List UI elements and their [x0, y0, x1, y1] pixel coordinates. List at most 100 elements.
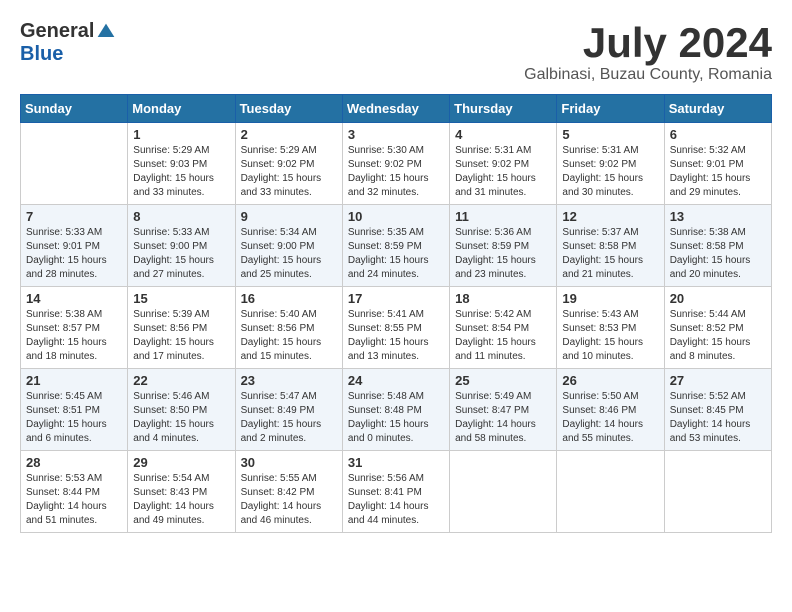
calendar-cell: 3 Sunrise: 5:30 AMSunset: 9:02 PMDaylight… [342, 123, 449, 205]
day-info: Sunrise: 5:30 AMSunset: 9:02 PMDaylight:… [348, 144, 444, 200]
day-info: Sunrise: 5:38 AMSunset: 8:57 PMDaylight:… [26, 308, 122, 364]
logo: General Blue [20, 20, 116, 66]
calendar-week-2: 7 Sunrise: 5:33 AMSunset: 9:01 PMDaylight… [21, 205, 772, 287]
day-info: Sunrise: 5:49 AMSunset: 8:47 PMDaylight:… [455, 390, 551, 446]
calendar-cell: 19Sunrise: 5:43 AMSunset: 8:53 PMDayligh… [557, 287, 664, 369]
day-info: Sunrise: 5:37 AMSunset: 8:58 PMDaylight:… [562, 226, 658, 282]
calendar-cell: 9Sunrise: 5:34 AMSunset: 9:00 PMDaylight… [235, 205, 342, 287]
calendar-cell: 1 Sunrise: 5:29 AMSunset: 9:03 PMDaylight… [128, 123, 235, 205]
day-info: Sunrise: 5:29 AMSunset: 9:02 PMDaylight:… [241, 144, 337, 200]
day-number: 2 [241, 127, 337, 142]
calendar-cell: 16 Sunrise: 5:40 AMSunset: 8:56 PMDayligh… [235, 287, 342, 369]
day-number: 7 [26, 209, 122, 224]
day-info: Sunrise: 5:39 AMSunset: 8:56 PMDaylight:… [133, 308, 229, 364]
logo-general-text: General [20, 20, 94, 43]
day-number: 30 [241, 455, 337, 470]
day-info: Sunrise: 5:33 AMSunset: 9:01 PMDaylight:… [26, 226, 122, 282]
day-info: Sunrise: 5:31 AMSunset: 9:02 PMDaylight:… [562, 144, 658, 200]
day-info: Sunrise: 5:32 AMSunset: 9:01 PMDaylight:… [670, 144, 766, 200]
weekday-header-friday: Friday [557, 95, 664, 123]
day-number: 12 [562, 209, 658, 224]
calendar-cell: 25 Sunrise: 5:49 AMSunset: 8:47 PMDayligh… [450, 369, 557, 451]
weekday-header-monday: Monday [128, 95, 235, 123]
weekday-header-thursday: Thursday [450, 95, 557, 123]
calendar-cell [21, 123, 128, 205]
calendar-cell: 31Sunrise: 5:56 AMSunset: 8:41 PMDayligh… [342, 451, 449, 533]
day-number: 28 [26, 455, 122, 470]
day-number: 16 [241, 291, 337, 306]
day-info: Sunrise: 5:33 AMSunset: 9:00 PMDaylight:… [133, 226, 229, 282]
calendar-cell: 30 Sunrise: 5:55 AMSunset: 8:42 PMDayligh… [235, 451, 342, 533]
day-info: Sunrise: 5:54 AMSunset: 8:43 PMDaylight:… [133, 472, 229, 528]
calendar-cell: 26 Sunrise: 5:50 AMSunset: 8:46 PMDayligh… [557, 369, 664, 451]
calendar-cell: 11 Sunrise: 5:36 AMSunset: 8:59 PMDayligh… [450, 205, 557, 287]
day-info: Sunrise: 5:48 AMSunset: 8:48 PMDaylight:… [348, 390, 444, 446]
day-info: Sunrise: 5:38 AMSunset: 8:58 PMDaylight:… [670, 226, 766, 282]
calendar-cell: 28 Sunrise: 5:53 AMSunset: 8:44 PMDayligh… [21, 451, 128, 533]
day-number: 29 [133, 455, 229, 470]
calendar-cell: 13 Sunrise: 5:38 AMSunset: 8:58 PMDayligh… [664, 205, 771, 287]
page-header: General Blue July 2024 Galbinasi, Buzau … [20, 20, 772, 84]
calendar-cell: 20 Sunrise: 5:44 AMSunset: 8:52 PMDayligh… [664, 287, 771, 369]
day-number: 27 [670, 373, 766, 388]
day-info: Sunrise: 5:52 AMSunset: 8:45 PMDaylight:… [670, 390, 766, 446]
day-info: Sunrise: 5:42 AMSunset: 8:54 PMDaylight:… [455, 308, 551, 364]
day-number: 5 [562, 127, 658, 142]
day-info: Sunrise: 5:55 AMSunset: 8:42 PMDaylight:… [241, 472, 337, 528]
day-info: Sunrise: 5:31 AMSunset: 9:02 PMDaylight:… [455, 144, 551, 200]
day-number: 31 [348, 455, 444, 470]
title-section: July 2024 Galbinasi, Buzau County, Roman… [524, 20, 772, 84]
calendar-cell: 12 Sunrise: 5:37 AMSunset: 8:58 PMDayligh… [557, 205, 664, 287]
day-info: Sunrise: 5:47 AMSunset: 8:49 PMDaylight:… [241, 390, 337, 446]
weekday-header-sunday: Sunday [21, 95, 128, 123]
day-number: 25 [455, 373, 551, 388]
logo-blue-text: Blue [20, 43, 63, 66]
calendar-cell: 15 Sunrise: 5:39 AMSunset: 8:56 PMDayligh… [128, 287, 235, 369]
month-title: July 2024 [524, 20, 772, 66]
day-info: Sunrise: 5:29 AMSunset: 9:03 PMDaylight:… [133, 144, 229, 200]
day-number: 18 [455, 291, 551, 306]
calendar-week-3: 14 Sunrise: 5:38 AMSunset: 8:57 PMDayligh… [21, 287, 772, 369]
day-info: Sunrise: 5:41 AMSunset: 8:55 PMDaylight:… [348, 308, 444, 364]
calendar-week-4: 21 Sunrise: 5:45 AMSunset: 8:51 PMDayligh… [21, 369, 772, 451]
calendar-cell: 8 Sunrise: 5:33 AMSunset: 9:00 PMDaylight… [128, 205, 235, 287]
day-number: 8 [133, 209, 229, 224]
day-info: Sunrise: 5:46 AMSunset: 8:50 PMDaylight:… [133, 390, 229, 446]
calendar-week-5: 28 Sunrise: 5:53 AMSunset: 8:44 PMDayligh… [21, 451, 772, 533]
calendar-cell: 5 Sunrise: 5:31 AMSunset: 9:02 PMDaylight… [557, 123, 664, 205]
day-number: 26 [562, 373, 658, 388]
calendar-cell: 23 Sunrise: 5:47 AMSunset: 8:49 PMDayligh… [235, 369, 342, 451]
location-title: Galbinasi, Buzau County, Romania [524, 66, 772, 84]
day-number: 15 [133, 291, 229, 306]
calendar-cell [664, 451, 771, 533]
day-number: 20 [670, 291, 766, 306]
logo-icon [96, 22, 116, 42]
day-number: 11 [455, 209, 551, 224]
day-info: Sunrise: 5:50 AMSunset: 8:46 PMDaylight:… [562, 390, 658, 446]
day-info: Sunrise: 5:44 AMSunset: 8:52 PMDaylight:… [670, 308, 766, 364]
day-info: Sunrise: 5:40 AMSunset: 8:56 PMDaylight:… [241, 308, 337, 364]
day-number: 10 [348, 209, 444, 224]
day-number: 1 [133, 127, 229, 142]
calendar-cell: 10 Sunrise: 5:35 AMSunset: 8:59 PMDayligh… [342, 205, 449, 287]
calendar-cell: 4 Sunrise: 5:31 AMSunset: 9:02 PMDaylight… [450, 123, 557, 205]
day-number: 13 [670, 209, 766, 224]
day-info: Sunrise: 5:36 AMSunset: 8:59 PMDaylight:… [455, 226, 551, 282]
day-number: 22 [133, 373, 229, 388]
day-number: 3 [348, 127, 444, 142]
day-number: 19 [562, 291, 658, 306]
weekday-header-saturday: Saturday [664, 95, 771, 123]
day-number: 4 [455, 127, 551, 142]
calendar-cell: 6Sunrise: 5:32 AMSunset: 9:01 PMDaylight… [664, 123, 771, 205]
day-number: 14 [26, 291, 122, 306]
day-info: Sunrise: 5:35 AMSunset: 8:59 PMDaylight:… [348, 226, 444, 282]
day-number: 23 [241, 373, 337, 388]
calendar-cell: 7 Sunrise: 5:33 AMSunset: 9:01 PMDaylight… [21, 205, 128, 287]
calendar-header-row: SundayMondayTuesdayWednesdayThursdayFrid… [21, 95, 772, 123]
day-number: 21 [26, 373, 122, 388]
day-info: Sunrise: 5:53 AMSunset: 8:44 PMDaylight:… [26, 472, 122, 528]
day-info: Sunrise: 5:34 AMSunset: 9:00 PMDaylight:… [241, 226, 337, 282]
day-info: Sunrise: 5:45 AMSunset: 8:51 PMDaylight:… [26, 390, 122, 446]
calendar-cell: 17Sunrise: 5:41 AMSunset: 8:55 PMDayligh… [342, 287, 449, 369]
calendar-table: SundayMondayTuesdayWednesdayThursdayFrid… [20, 94, 772, 533]
